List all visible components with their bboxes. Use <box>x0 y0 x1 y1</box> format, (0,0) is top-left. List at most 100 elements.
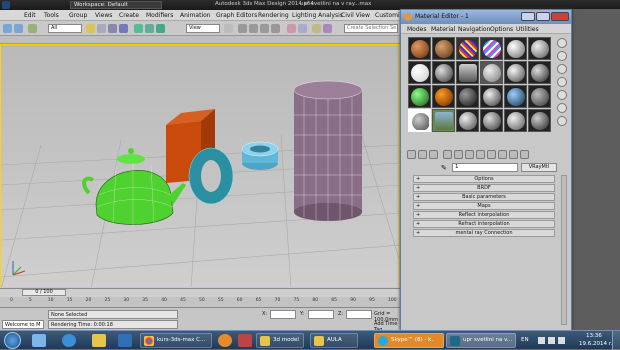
app-pin-icon[interactable] <box>238 334 252 347</box>
menu-modifiers[interactable]: Modifiers <box>146 12 173 19</box>
go-to-parent-icon[interactable] <box>509 150 518 159</box>
x-coordinate-field[interactable] <box>270 310 296 319</box>
start-button[interactable] <box>4 332 21 349</box>
menu-utilities[interactable]: Utilities <box>516 26 539 33</box>
reset-map-icon[interactable] <box>443 150 452 159</box>
named-selection-input[interactable]: Create Selection Se <box>344 24 398 33</box>
menu-lighting-analysis[interactable]: Lighting Analysis <box>292 12 343 19</box>
rollout-mental-ray-connection[interactable]: + mental ray Connection <box>413 229 555 237</box>
sample-slot[interactable] <box>504 37 527 60</box>
torus[interactable] <box>188 147 234 205</box>
sample-slot[interactable] <box>456 109 479 132</box>
rollout-scrollbar[interactable] <box>561 175 567 325</box>
sample-slot[interactable] <box>528 37 551 60</box>
z-coordinate-field[interactable] <box>346 310 372 319</box>
sample-slot[interactable] <box>456 61 479 84</box>
sample-slot[interactable] <box>432 109 455 132</box>
menu-civil-view[interactable]: Civil View <box>341 12 370 19</box>
task-3d-model[interactable]: 3d model <box>256 333 304 348</box>
workspace-dropdown[interactable]: Workspace: Default <box>70 1 162 9</box>
rotate-icon[interactable] <box>145 24 154 33</box>
task-skype[interactable]: Skype™ (8) - k. <box>374 333 444 348</box>
sample-slot[interactable] <box>432 61 455 84</box>
put-to-scene-icon[interactable] <box>418 150 427 159</box>
assign-material-icon[interactable] <box>429 150 438 159</box>
cylinder[interactable] <box>293 80 363 221</box>
firefox-pin-icon[interactable] <box>218 334 232 347</box>
folder-pin-icon[interactable] <box>92 334 106 347</box>
menu-options[interactable]: Options <box>490 26 513 33</box>
rollout-options[interactable]: + Options <box>413 175 555 183</box>
sample-slot[interactable] <box>504 109 527 132</box>
material-name-field[interactable]: 1 <box>452 163 518 172</box>
material-type-button[interactable]: VRayMtl <box>521 163 557 172</box>
sample-type-icon[interactable] <box>557 38 567 48</box>
maxscript-listener[interactable]: Welcome to M <box>2 320 44 329</box>
tube[interactable] <box>241 141 279 170</box>
material-id-icon[interactable] <box>476 150 485 159</box>
close-button[interactable] <box>551 12 569 21</box>
eyedropper-icon[interactable]: ✎ <box>441 164 449 172</box>
show-end-result-icon[interactable] <box>498 150 507 159</box>
link-icon[interactable] <box>28 24 37 33</box>
sample-slot[interactable] <box>408 61 431 84</box>
tray-flag-icon[interactable] <box>538 337 545 344</box>
word-pin-icon[interactable] <box>118 334 132 347</box>
minimize-button[interactable] <box>521 12 535 21</box>
scale-icon[interactable] <box>156 24 165 33</box>
curve-editor-icon[interactable] <box>312 24 321 33</box>
time-slider[interactable]: 0 / 100 <box>22 289 66 296</box>
clock-date[interactable]: 19.6.2014 r. <box>579 341 612 347</box>
sample-slot[interactable] <box>456 37 479 60</box>
video-check-icon[interactable] <box>557 90 567 100</box>
rollout-reflect-interpolation[interactable]: + Reflect interpolation <box>413 211 555 219</box>
clock-time[interactable]: 13:36 <box>586 333 602 339</box>
sample-slot[interactable] <box>480 61 503 84</box>
sample-slot-active[interactable] <box>408 109 431 132</box>
menu-graph-editors[interactable]: Graph Editors <box>216 12 257 19</box>
rollout-basic-parameters[interactable]: + Basic parameters <box>413 193 555 201</box>
menu-tools[interactable]: Tools <box>44 12 59 19</box>
select-by-name-icon[interactable] <box>97 24 106 33</box>
sample-uv-icon[interactable] <box>557 77 567 87</box>
sample-slot[interactable] <box>408 37 431 60</box>
menu-edit[interactable]: Edit <box>24 12 36 19</box>
sample-slot[interactable] <box>432 37 455 60</box>
options-icon[interactable] <box>557 116 567 126</box>
show-desktop-button[interactable] <box>612 331 620 350</box>
sample-slot[interactable] <box>528 85 551 108</box>
network-icon[interactable] <box>548 337 555 344</box>
material-editor-titlebar[interactable]: Material Editor - 1 <box>401 10 571 24</box>
ie-pin-icon[interactable] <box>62 334 76 347</box>
make-unique-icon[interactable] <box>454 150 463 159</box>
sample-slot[interactable] <box>456 85 479 108</box>
sample-slot[interactable] <box>432 85 455 108</box>
mirror-icon[interactable] <box>287 24 296 33</box>
perspective-viewport[interactable] <box>0 44 400 288</box>
menu-group[interactable]: Group <box>69 12 87 19</box>
make-preview-icon[interactable] <box>557 103 567 113</box>
snap-icon[interactable] <box>238 24 247 33</box>
selection-filter-dropdown[interactable]: All <box>48 24 82 33</box>
angle-snap-icon[interactable] <box>249 24 258 33</box>
redo-icon[interactable] <box>14 24 23 33</box>
menu-navigation[interactable]: Navigation <box>458 26 490 33</box>
task-aula[interactable]: AULA <box>310 333 358 348</box>
task-chrome[interactable]: kurs-3ds-max C... <box>140 333 212 348</box>
move-icon[interactable] <box>134 24 143 33</box>
sample-slot[interactable] <box>480 37 503 60</box>
menu-views[interactable]: Views <box>95 12 112 19</box>
menu-modes[interactable]: Modes <box>407 26 426 33</box>
select-object-icon[interactable] <box>86 24 95 33</box>
sample-slot[interactable] <box>408 85 431 108</box>
show-in-viewport-icon[interactable] <box>487 150 496 159</box>
rect-select-icon[interactable] <box>108 24 117 33</box>
reference-coord-dropdown[interactable]: View <box>186 24 220 33</box>
sample-slot[interactable] <box>480 109 503 132</box>
language-indicator[interactable]: EN <box>521 337 529 343</box>
put-to-library-icon[interactable] <box>465 150 474 159</box>
rollout-maps[interactable]: + Maps <box>413 202 555 210</box>
go-forward-icon[interactable] <box>520 150 529 159</box>
sample-slot[interactable] <box>504 85 527 108</box>
menu-rendering[interactable]: Rendering <box>258 12 289 19</box>
